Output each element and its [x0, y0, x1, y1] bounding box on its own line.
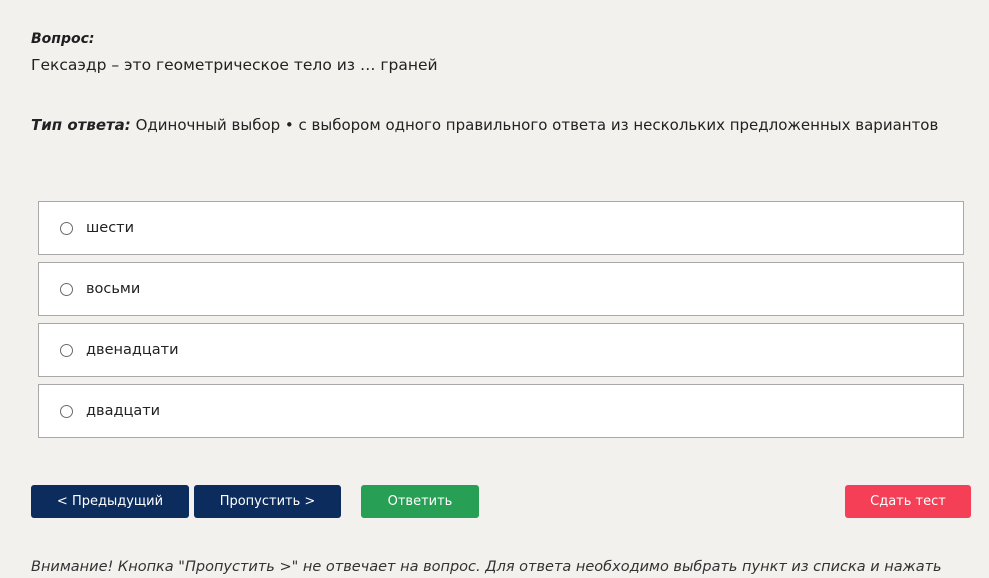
answer-type-value: Одиночный выбор • с выбором одного прави…	[130, 116, 939, 134]
radio-button[interactable]	[60, 343, 73, 357]
skip-button[interactable]: Пропустить >	[194, 485, 341, 518]
previous-button[interactable]: < Предыдущий	[31, 485, 189, 518]
answer-options: шести восьми двенадцати двадцати	[38, 201, 964, 445]
radio-button[interactable]	[60, 221, 73, 235]
option-2[interactable]: восьми	[38, 262, 964, 316]
radio-button[interactable]	[60, 404, 73, 418]
answer-type: Тип ответа: Одиночный выбор • с выбором …	[31, 116, 938, 134]
option-1[interactable]: шести	[38, 201, 964, 255]
skip-warning-notice: Внимание! Кнопка "Пропустить >" не отвеч…	[31, 559, 942, 575]
answer-type-label: Тип ответа:	[31, 116, 131, 134]
option-3[interactable]: двенадцати	[38, 323, 964, 377]
option-label: шести	[86, 220, 135, 236]
question-label: Вопрос:	[31, 31, 95, 47]
question-text: Гексаэдр – это геометрическое тело из … …	[31, 56, 438, 74]
option-label: восьми	[86, 281, 141, 297]
answer-button[interactable]: Ответить	[361, 485, 479, 518]
option-4[interactable]: двадцати	[38, 384, 964, 438]
submit-test-button[interactable]: Сдать тест	[845, 485, 971, 518]
option-label: двадцати	[86, 403, 161, 419]
option-label: двенадцати	[86, 342, 179, 358]
radio-button[interactable]	[60, 282, 73, 296]
